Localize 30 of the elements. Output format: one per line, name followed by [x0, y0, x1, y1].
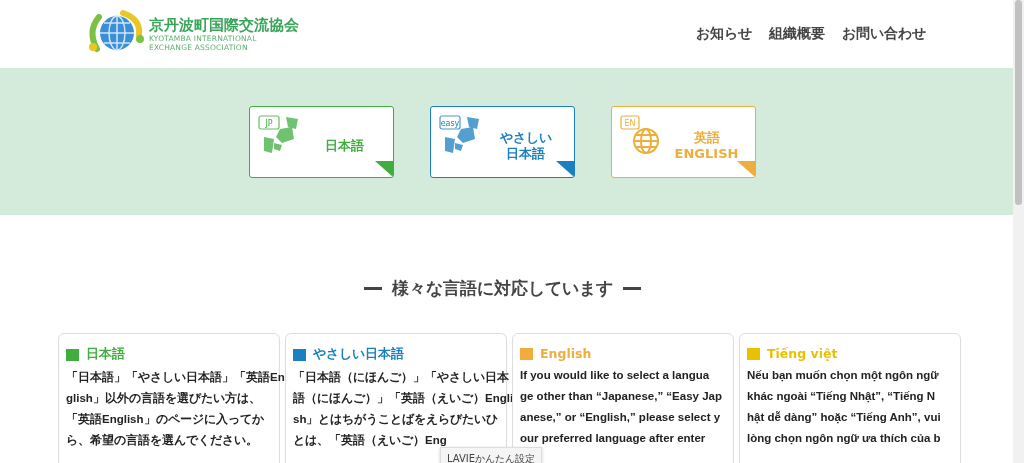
- card-text: our preferred language after enter: [520, 431, 706, 446]
- card-text: 「日本語」「やさしい日本語」「英語En: [66, 370, 285, 385]
- card-text: khác ngoài “Tiếng Nhật”, “Tiếng N: [747, 389, 936, 405]
- card-text: sh」とはちがうことばをえらびたいひ: [293, 412, 499, 428]
- card-text: 語（にほんご）」「英語（えいご）Engli: [293, 391, 514, 407]
- card-title[interactable]: やさしい日本語: [313, 346, 404, 363]
- nav-link[interactable]: お問い合わせ: [842, 25, 926, 43]
- card-title[interactable]: English: [540, 346, 592, 361]
- card-text: glish」以外の言語を選びたい方は、: [66, 390, 261, 407]
- language-button[interactable]: easy やさしい 日本語: [430, 105, 575, 178]
- language-button[interactable]: JP 日本語: [249, 105, 394, 178]
- card-text: lòng chọn ngôn ngữ ưa thích của b: [747, 431, 941, 447]
- card-title[interactable]: Tiếng việt: [767, 346, 838, 361]
- card-text: ら、希望の言語を選んでください。: [66, 432, 258, 449]
- card-text: 「日本語（にほんご）」「やさしい日本: [293, 370, 509, 386]
- card-text: hật dễ dàng” hoặc “Tiếng Anh”, vui: [747, 410, 941, 426]
- scrollbar[interactable]: [1013, 0, 1024, 463]
- site-title[interactable]: 京丹波町国際交流協会: [149, 16, 299, 34]
- card-text: ge other than “Japanese,” “Easy Jap: [520, 389, 722, 404]
- nav-link[interactable]: お知らせ: [696, 25, 752, 43]
- card-text: If you would like to select a langua: [520, 368, 710, 383]
- card-title[interactable]: 日本語: [86, 346, 125, 363]
- tooltip: LAVIEかんたん設定: [440, 447, 543, 463]
- language-button[interactable]: EN 英語 ENGLISH: [611, 105, 756, 178]
- nav-link[interactable]: 組織概要: [769, 25, 825, 43]
- card-text: 「英語English」のページに入ってか: [66, 412, 264, 427]
- card-text: とは、「英語（えいご）Eng: [293, 433, 447, 449]
- card-text: Nếu bạn muốn chọn một ngôn ngữ: [747, 368, 939, 384]
- card-text: anese,” or “English,” please select y: [520, 410, 721, 425]
- section-heading: 様々な言語に対応しています: [392, 276, 613, 300]
